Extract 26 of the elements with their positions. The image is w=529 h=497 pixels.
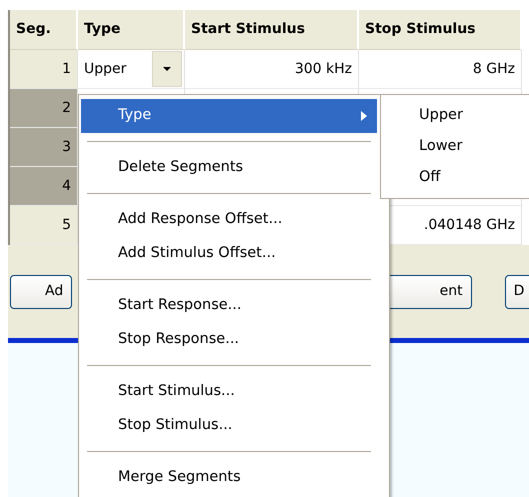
row-header[interactable]: 4 [10,167,78,206]
menu-item[interactable]: Merge Segments [81,461,377,495]
dropdown-arrow-icon [162,66,172,72]
column-header[interactable]: Start Stimulus [185,10,359,50]
row-header[interactable]: 3 [10,128,78,167]
action-button[interactable]: D [504,274,529,308]
dropdown-button[interactable] [152,51,182,87]
row-header[interactable]: 2 [10,89,78,128]
table-cell-text: Upper [84,60,126,78]
menu-item[interactable]: Start Stimulus... [81,375,377,409]
menu-item[interactable]: Upper [381,100,529,131]
column-header[interactable]: Seg. [10,10,78,50]
table-cell: 8 GHz [359,50,522,89]
row-header[interactable]: 5 [10,206,78,245]
menu-item[interactable]: Lower [381,131,529,162]
menu-item[interactable]: Start Response... [81,289,377,323]
column-header[interactable]: Stop Stimulus [359,10,522,50]
menu-item[interactable]: Type [81,99,377,133]
action-button[interactable]: Ad [10,274,72,308]
column-header[interactable]: Type [78,10,185,50]
menu-item[interactable]: Delete Segments [81,151,377,185]
row-header[interactable]: 1 [10,50,78,89]
menu-item[interactable]: Off [381,162,529,193]
table-cell: 300 kHz [185,50,359,89]
menu-item[interactable]: Stop Response... [81,323,377,357]
menu-item[interactable]: Stop Stimulus... [81,409,377,443]
